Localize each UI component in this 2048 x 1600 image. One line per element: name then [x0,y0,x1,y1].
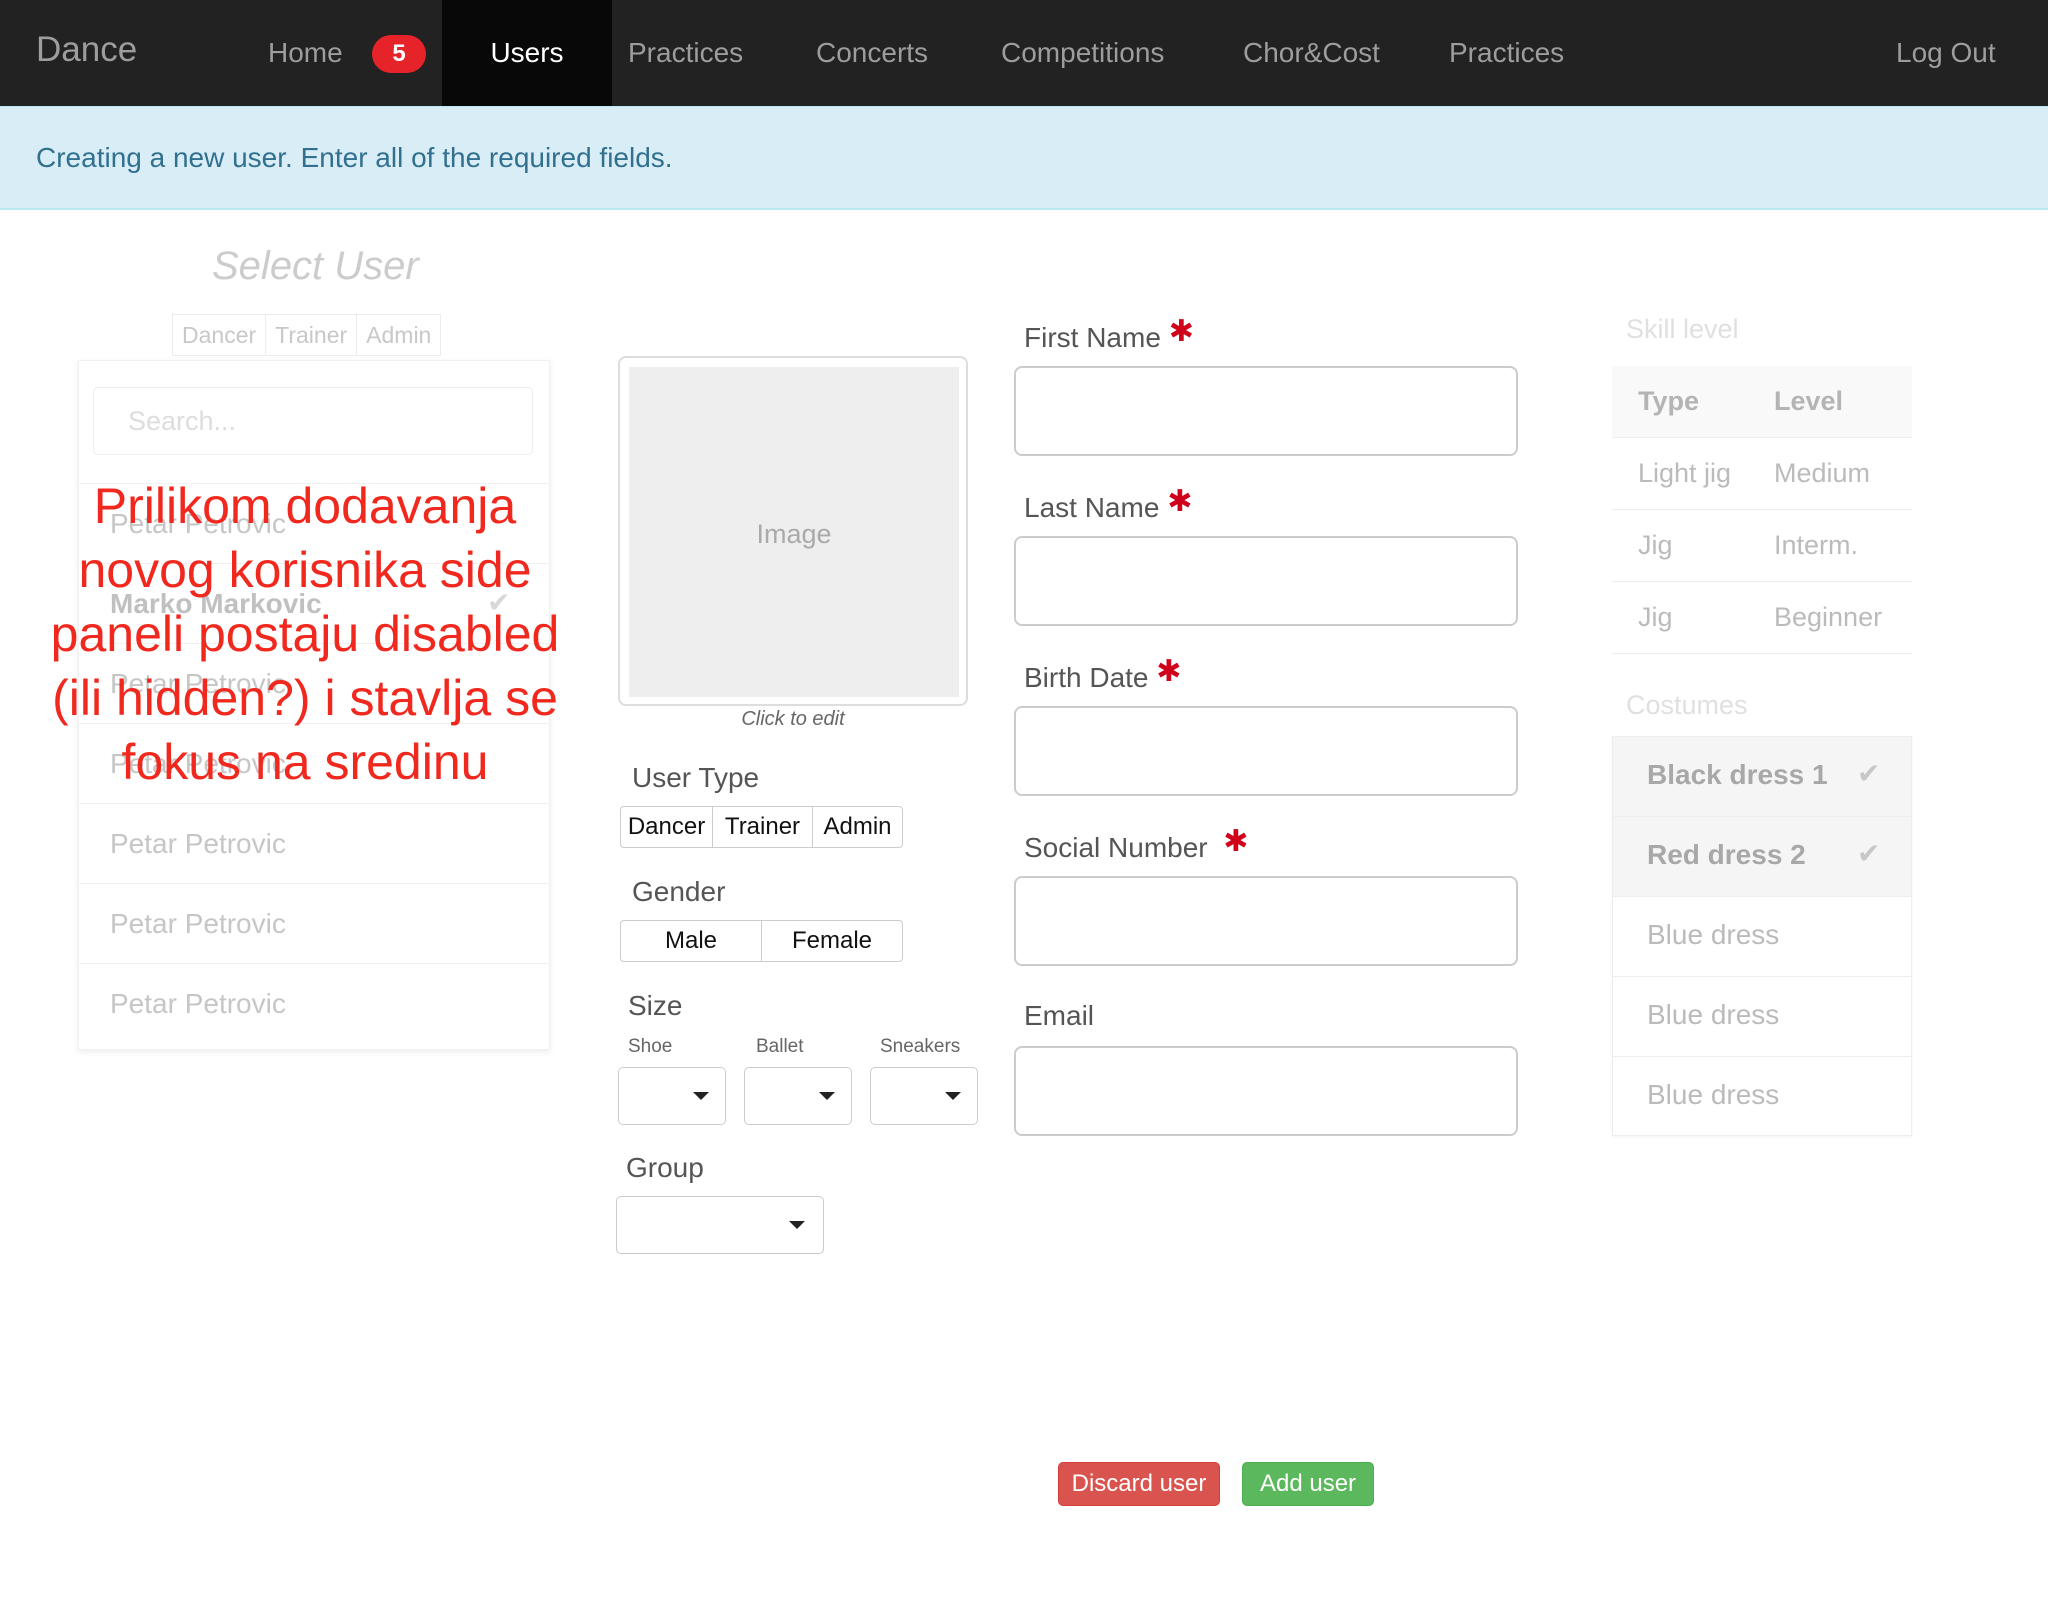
costume-label: Red dress 2 [1647,839,1806,870]
skill-header-level: Level [1774,386,1844,416]
chevron-down-icon [945,1092,961,1100]
nav-practices-2[interactable]: Practices [1449,0,1564,106]
user-list-item[interactable]: Petar Petrovic [79,963,549,1043]
check-icon: ✔ [1857,838,1881,869]
first-name-label: First Name ✱ [1024,315,1194,353]
costume-label: Blue dress [1647,919,1780,950]
costume-label: Black dress 1 [1647,759,1828,790]
user-name: Petar Petrovic [110,828,286,859]
skill-row[interactable]: Light jig Medium [1612,438,1912,510]
chevron-down-icon [789,1221,805,1229]
nav-competitions[interactable]: Competitions [1001,0,1164,106]
gender-female[interactable]: Female [762,921,902,961]
email-label: Email [1024,1000,1095,1031]
group-select[interactable] [616,1196,824,1254]
social-number-label: Social Number ✱ [1024,825,1249,863]
info-alert: Creating a new user. Enter all of the re… [0,106,2048,210]
costume-item-selected[interactable]: Black dress 1 ✔ [1613,737,1911,817]
skill-table-header: Type Level [1612,366,1912,438]
select-user-title: Select User [212,244,419,288]
costume-item-selected[interactable]: Red dress 2 ✔ [1613,817,1911,897]
group-label: Group [626,1152,704,1183]
social-number-field[interactable] [1014,876,1518,966]
nav-home[interactable]: Home [268,0,343,106]
costume-item[interactable]: Blue dress [1613,1057,1911,1137]
user-search-input[interactable]: Search... [93,387,533,455]
gender-male[interactable]: Male [621,921,762,961]
birth-date-field[interactable] [1014,706,1518,796]
user-type-dancer[interactable]: Dancer [621,807,713,847]
skill-level: Interm. [1774,530,1859,560]
sneakers-label: Sneakers [880,1036,961,1057]
skill-type: Jig [1638,602,1673,632]
filter-admin[interactable]: Admin [357,315,440,355]
shoe-size-select[interactable] [618,1067,726,1125]
costume-label: Blue dress [1647,1079,1780,1110]
check-icon: ✔ [1857,758,1881,789]
ballet-size-select[interactable] [744,1067,852,1125]
nav-users[interactable]: Users [442,0,612,106]
gender-label: Gender [632,876,726,907]
image-label: Image [756,519,832,549]
user-type-trainer[interactable]: Trainer [713,807,813,847]
alert-message: Creating a new user. Enter all of the re… [36,142,673,173]
design-annotation: Prilikom dodavanja novog korisnika side … [50,478,560,790]
logout-link[interactable]: Log Out [1896,0,1996,106]
ballet-label: Ballet [756,1036,804,1057]
skill-level: Beginner [1774,602,1883,632]
skill-level: Medium [1774,458,1871,488]
costume-item[interactable]: Blue dress [1613,897,1911,977]
required-icon: ✱ [1167,485,1193,518]
costume-list: Black dress 1 ✔ Red dress 2 ✔ Blue dress B… [1612,736,1912,1136]
gender-selector: Male Female [620,920,903,962]
user-image-picker[interactable]: Image [618,356,968,706]
required-icon: ✱ [1156,655,1182,688]
user-type-admin[interactable]: Admin [813,807,902,847]
top-navbar: Dance Home 5 Users Practices Concerts Co… [0,0,2048,106]
user-list-item[interactable]: Petar Petrovic [79,883,549,963]
skill-row[interactable]: Jig Beginner [1612,582,1912,654]
skill-type: Light jig [1638,458,1732,488]
nav-practices[interactable]: Practices [628,0,743,106]
sneakers-size-select[interactable] [870,1067,978,1125]
chevron-down-icon [693,1092,709,1100]
notification-badge[interactable]: 5 [372,35,426,73]
add-user-button[interactable]: Add user [1242,1462,1374,1506]
skill-header-type: Type [1638,386,1700,416]
user-name: Petar Petrovic [110,988,286,1019]
user-filter-group: Dancer Trainer Admin [172,314,442,356]
nav-concerts[interactable]: Concerts [816,0,928,106]
required-icon: ✱ [1223,825,1249,858]
first-name-field[interactable] [1014,366,1518,456]
email-field[interactable] [1014,1046,1518,1136]
user-type-label: User Type [632,762,760,793]
skill-row[interactable]: Jig Interm. [1612,510,1912,582]
discard-user-button[interactable]: Discard user [1058,1462,1220,1506]
last-name-field[interactable] [1014,536,1518,626]
user-name: Petar Petrovic [110,908,286,939]
costume-item[interactable]: Blue dress [1613,977,1911,1057]
birth-date-label: Birth Date ✱ [1024,655,1182,693]
filter-dancer[interactable]: Dancer [173,315,267,355]
costumes-title: Costumes [1626,690,1748,720]
image-placeholder: Image [629,367,959,697]
required-icon: ✱ [1168,315,1194,348]
user-type-selector: Dancer Trainer Admin [620,806,903,848]
image-caption: Click to edit [741,708,845,730]
size-label: Size [628,990,683,1021]
brand-logo[interactable]: Dance [36,30,137,70]
skill-type: Jig [1638,530,1673,560]
nav-chor-cost[interactable]: Chor&Cost [1243,0,1380,106]
chevron-down-icon [819,1092,835,1100]
user-list-item[interactable]: Petar Petrovic [79,803,549,883]
shoe-label: Shoe [628,1036,673,1057]
skill-level-title: Skill level [1626,314,1739,344]
costume-label: Blue dress [1647,999,1780,1030]
filter-trainer[interactable]: Trainer [266,315,358,355]
last-name-label: Last Name ✱ [1024,485,1193,523]
